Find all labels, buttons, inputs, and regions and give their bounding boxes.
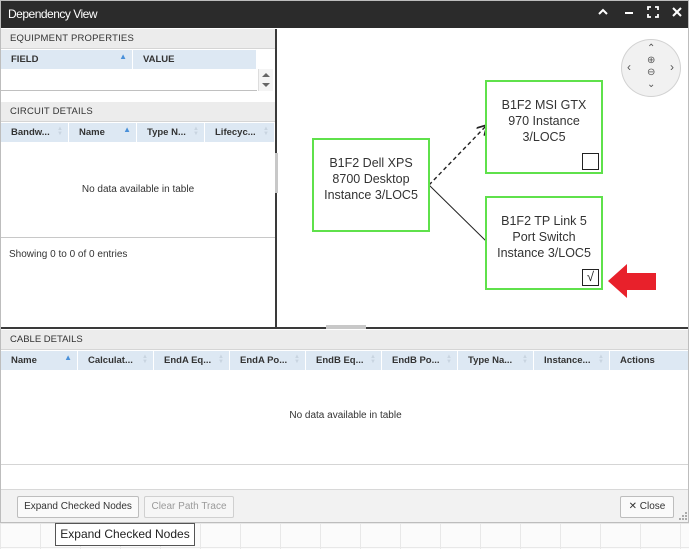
navigation-control[interactable]: ⌃ ‹ › ⊕ ⊖ ⌄ xyxy=(621,39,681,97)
cable-details-header: CABLE DETAILS xyxy=(1,330,688,350)
pan-down-icon[interactable]: ⌄ xyxy=(647,80,655,90)
cable-details-table: Name ▲ Calculat... ▲ ▼ EndA Eq... ▲ ▼ EndA… xyxy=(1,351,688,465)
sort-icon: ▲ ▼ xyxy=(193,126,199,137)
column-header-endb-equipment[interactable]: EndB Eq... ▲ ▼ xyxy=(306,351,382,370)
column-header-name[interactable]: Name ▲ xyxy=(1,351,78,370)
zoom-out-icon[interactable]: ⊖ xyxy=(647,68,655,78)
graph-node-dell-xps[interactable]: B1F2 Dell XPS 8700 Desktop Instance 3/LO… xyxy=(312,138,430,232)
column-header-endb-port[interactable]: EndB Po... ▲ ▼ xyxy=(382,351,458,370)
column-header-field[interactable]: FIELD ▲ xyxy=(1,50,133,69)
dashed-dependency-edge xyxy=(428,126,486,186)
node-label: B1F2 TP Link 5 Port Switch Instance 3/LO… xyxy=(497,214,591,260)
dialog-footer: Expand Checked Nodes Clear Path Trace ✕ … xyxy=(1,489,688,522)
cable-empty-message: No data available in table xyxy=(289,410,402,421)
column-header-enda-port[interactable]: EndA Po... ▲ ▼ xyxy=(230,351,306,370)
scroll-arrows-icon xyxy=(262,73,270,87)
resize-grip-icon[interactable] xyxy=(679,512,688,521)
sort-icon: ▲ ▼ xyxy=(598,354,604,365)
column-header-enda-equipment[interactable]: EndA Eq... ▲ ▼ xyxy=(154,351,230,370)
zoom-in-icon[interactable]: ⊕ xyxy=(647,56,655,66)
window-title: Dependency View xyxy=(8,7,98,21)
pan-right-icon[interactable]: › xyxy=(670,61,674,73)
sort-icon: ▲ ▼ xyxy=(370,354,376,365)
column-header-lifecycle[interactable]: Lifecyc... ▲ ▼ xyxy=(205,123,275,142)
column-header-value[interactable]: VALUE xyxy=(133,50,257,69)
title-bar[interactable]: Dependency View xyxy=(1,1,688,28)
sort-icon: ▲ ▼ xyxy=(263,126,269,137)
horizontal-splitter-handle[interactable] xyxy=(326,325,366,329)
pan-up-icon[interactable]: ⌃ xyxy=(647,44,655,54)
circuit-details-body: No data available in table xyxy=(1,142,275,238)
circuit-table-info: Showing 0 to 0 of 0 entries xyxy=(9,249,128,260)
graph-node-msi-gtx[interactable]: B1F2 MSI GTX 970 Instance 3/LOC5 xyxy=(485,80,603,174)
node-checkbox-checked[interactable]: √ xyxy=(582,269,599,286)
dependency-graph[interactable]: B1F2 Dell XPS 8700 Desktop Instance 3/LO… xyxy=(278,29,688,327)
sort-icon: ▲ ▼ xyxy=(294,354,300,365)
sort-icon: ▲ ▼ xyxy=(218,354,224,365)
column-header-calculated[interactable]: Calculat... ▲ ▼ xyxy=(78,351,154,370)
close-x-icon: ✕ xyxy=(628,501,638,512)
column-header-type-name[interactable]: Type Na... ▲ ▼ xyxy=(458,351,534,370)
node-label: B1F2 Dell XPS 8700 Desktop Instance 3/LO… xyxy=(324,156,418,202)
collapse-icon[interactable] xyxy=(595,6,611,22)
sort-ascending-icon: ▲ xyxy=(119,52,127,61)
dependency-view-dialog: Dependency View EQUIPMENT PROPERTIES FIE… xyxy=(0,0,689,523)
close-icon[interactable] xyxy=(669,6,685,22)
solid-dependency-edge xyxy=(428,184,487,242)
equipment-properties-header: EQUIPMENT PROPERTIES xyxy=(1,29,275,49)
sort-icon: ▲ ▼ xyxy=(142,354,148,365)
equipment-scrollbar[interactable] xyxy=(258,69,273,91)
red-arrow-icon xyxy=(608,264,656,298)
column-header-actions: Actions xyxy=(610,351,688,370)
clear-path-trace-button[interactable]: Clear Path Trace xyxy=(144,496,234,518)
circuit-empty-message: No data available in table xyxy=(81,184,195,195)
minimize-icon[interactable] xyxy=(621,6,637,22)
left-panel: EQUIPMENT PROPERTIES FIELD ▲ VALUE CIRCU… xyxy=(1,29,277,327)
maximize-icon[interactable] xyxy=(645,6,661,22)
sort-ascending-icon: ▲ xyxy=(64,353,72,362)
node-label: B1F2 MSI GTX 970 Instance 3/LOC5 xyxy=(501,98,587,144)
sort-ascending-icon: ▲ xyxy=(123,125,131,134)
column-header-name[interactable]: Name ▲ xyxy=(69,123,137,142)
column-header-type-name[interactable]: Type N... ▲ ▼ xyxy=(137,123,205,142)
column-header-bandwidth[interactable]: Bandw... ▲ ▼ xyxy=(1,123,69,142)
graph-node-tp-link-switch[interactable]: B1F2 TP Link 5 Port Switch Instance 3/LO… xyxy=(485,196,603,290)
node-checkbox-unchecked[interactable] xyxy=(582,153,599,170)
expand-checked-nodes-button[interactable]: Expand Checked Nodes xyxy=(17,496,139,518)
circuit-details-header: CIRCUIT DETAILS xyxy=(1,102,275,122)
pan-left-icon[interactable]: ‹ xyxy=(627,61,631,73)
column-header-instance[interactable]: Instance... ▲ ▼ xyxy=(534,351,610,370)
sort-icon: ▲ ▼ xyxy=(446,354,452,365)
sort-icon: ▲ ▼ xyxy=(522,354,528,365)
equipment-properties-body xyxy=(1,69,257,91)
tooltip: Expand Checked Nodes xyxy=(55,523,195,546)
sort-icon: ▲ ▼ xyxy=(57,126,63,137)
close-button[interactable]: ✕ Close xyxy=(620,496,674,518)
